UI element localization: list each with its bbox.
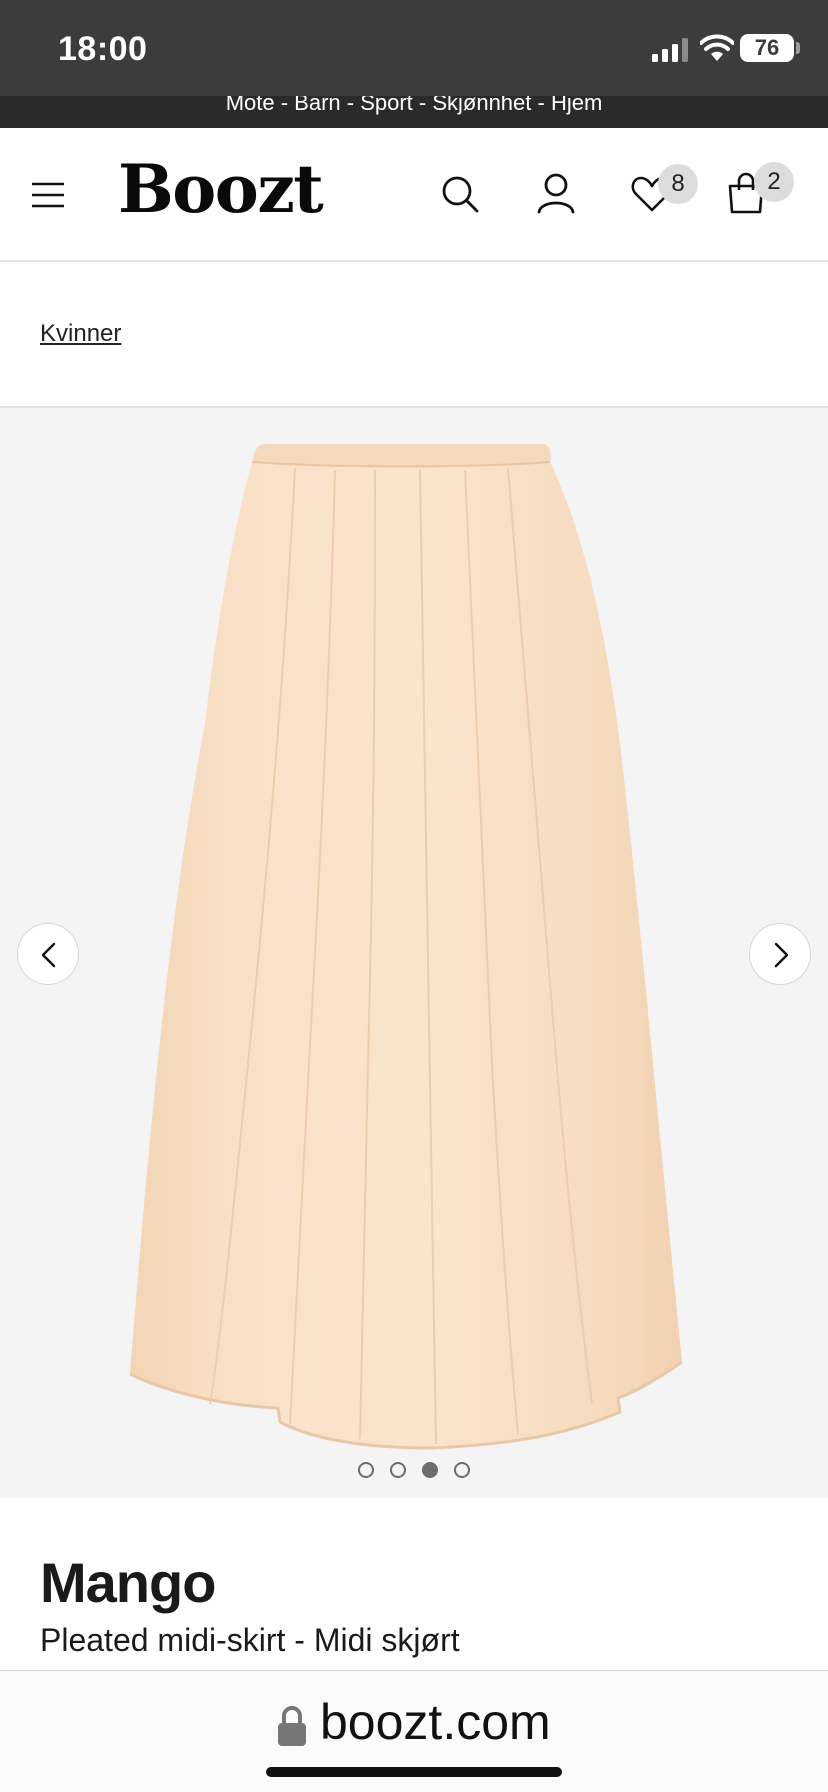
user-icon[interactable] — [536, 172, 576, 214]
cart-count-badge[interactable]: 2 — [754, 162, 794, 202]
search-icon[interactable] — [440, 174, 480, 214]
product-info: Mango Pleated midi-skirt - Midi skjørt — [0, 1498, 828, 1670]
wishlist-count-badge[interactable]: 8 — [658, 164, 698, 204]
gallery-pagination — [0, 1462, 828, 1482]
pagination-dot[interactable] — [390, 1462, 406, 1478]
chevron-left-icon — [41, 942, 56, 968]
browser-address-bar[interactable]: boozt.com — [0, 1670, 828, 1792]
home-indicator — [266, 1767, 562, 1777]
pagination-dot[interactable] — [358, 1462, 374, 1478]
chevron-right-icon — [774, 942, 789, 968]
category-strip-text[interactable]: Mote - Barn - Sport - Skjønnhet - Hjem — [0, 96, 828, 116]
battery-icon: 76 — [740, 34, 794, 62]
wifi-icon — [700, 34, 734, 61]
menu-icon[interactable] — [30, 180, 66, 210]
site-logo[interactable]: Boozt — [118, 150, 324, 228]
category-strip[interactable]: Mote - Barn - Sport - Skjønnhet - Hjem — [0, 96, 828, 128]
site-header: Boozt 8 2 — [0, 128, 828, 262]
status-bar: 18:00 76 — [0, 0, 828, 96]
product-image — [130, 444, 683, 1450]
product-brand[interactable]: Mango — [40, 1550, 216, 1615]
product-name: Pleated midi-skirt - Midi skjørt — [40, 1622, 460, 1658]
lock-icon — [278, 1706, 306, 1746]
breadcrumb: Kvinner — [0, 262, 828, 408]
cellular-signal-icon — [652, 38, 688, 62]
previous-image-button[interactable] — [17, 923, 79, 985]
battery-tip — [796, 42, 800, 54]
pagination-dot[interactable] — [454, 1462, 470, 1478]
browser-url[interactable]: boozt.com — [320, 1693, 551, 1751]
breadcrumb-link-women[interactable]: Kvinner — [40, 320, 121, 348]
product-image-gallery[interactable] — [0, 408, 828, 1498]
pagination-dot-active[interactable] — [422, 1462, 438, 1478]
next-image-button[interactable] — [749, 923, 811, 985]
status-time: 18:00 — [58, 30, 148, 68]
